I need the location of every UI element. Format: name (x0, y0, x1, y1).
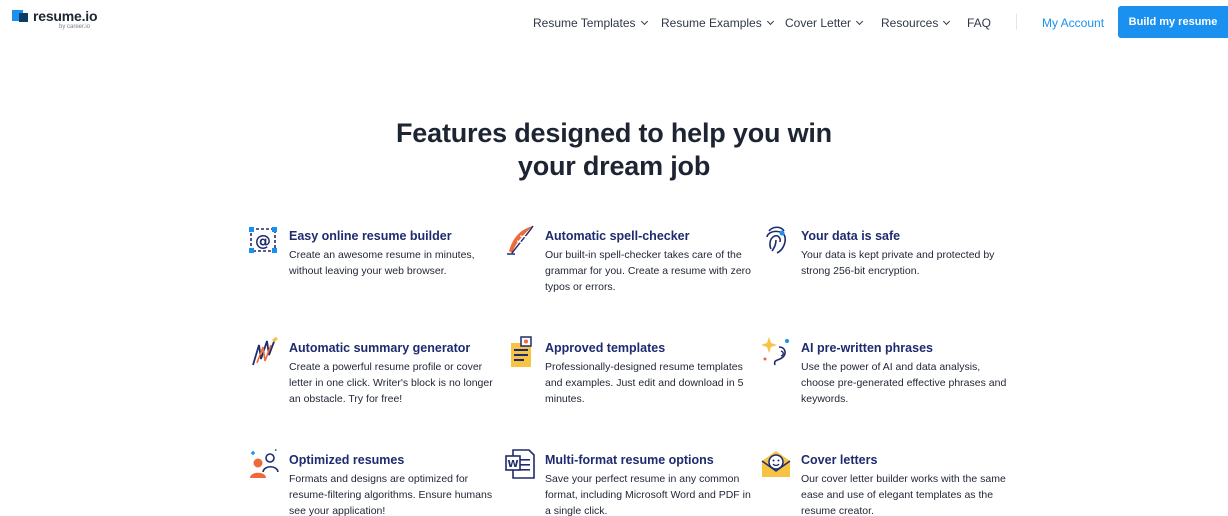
nav-label: Cover Letter (785, 16, 852, 30)
feature-title: Your data is safe (801, 229, 901, 243)
site-header: resume.io by career.io Resume Templates … (0, 0, 1228, 44)
feature-description: Your data is kept private and protected … (801, 249, 995, 277)
nav-resources[interactable]: Resources (881, 16, 951, 30)
nav-label: Resume Examples (661, 16, 762, 30)
feature-description: Create a powerful resume profile or cove… (289, 361, 493, 405)
feature-card: Automatic spell-checker Our built-in spe… (507, 225, 755, 295)
svg-text:@: @ (255, 231, 271, 250)
document-template-icon (511, 336, 532, 367)
nav-label: Resume Templates (533, 16, 636, 30)
at-sign-frame-icon: @ (249, 227, 277, 253)
feature-card: @ Easy online resume builder Create an a… (249, 227, 499, 279)
feature-title: Automatic spell-checker (545, 229, 690, 243)
nav-label: FAQ (967, 16, 992, 30)
page-title: Features designed to help you win your d… (0, 117, 1228, 183)
feature-description: Professionally-designed resume templates… (545, 361, 744, 405)
chevron-down-icon (855, 17, 864, 26)
build-resume-button[interactable]: Build my resume (1118, 6, 1228, 38)
feature-card: W Multi-format resume options Save your … (505, 449, 755, 516)
feature-description: Use the power of AI and data analysis, c… (801, 361, 1007, 405)
logo-name: resume.io (33, 8, 98, 24)
feature-description: Our cover letter builder works with the … (801, 473, 1006, 516)
feature-title: Automatic summary generator (289, 341, 471, 355)
chevron-down-icon (640, 17, 648, 26)
feature-card: Automatic summary generator Create a pow… (252, 336, 499, 407)
page-title-line-2: your dream job (517, 151, 711, 181)
ai-sparkle-icon (761, 337, 789, 366)
nav-resume-examples[interactable]: Resume Examples (661, 16, 774, 30)
feature-description: Formats and designs are optimized for re… (289, 473, 493, 516)
chevron-down-icon (943, 17, 951, 26)
feature-description: Our built-in spell-checker takes care of… (545, 249, 751, 293)
feature-card: Cover letters Our cover letter builder w… (761, 451, 1011, 516)
feather-pen-icon (507, 225, 534, 255)
nav-divider (1016, 14, 1017, 30)
fingerprint-shield-icon (766, 226, 786, 254)
nav-resume-templates[interactable]: Resume Templates (533, 16, 648, 30)
feature-description: Create an awesome resume in minutes, wit… (289, 249, 475, 277)
feature-card: Approved templates Professionally-design… (511, 336, 755, 407)
page-title-line-1: Features designed to help you win (396, 118, 832, 148)
my-account-link[interactable]: My Account (1042, 16, 1104, 30)
logo-mark-icon (12, 10, 28, 24)
svg-text:W: W (507, 459, 518, 470)
feature-card: Your data is safe Your data is kept priv… (766, 226, 1011, 279)
feature-card: Optimized resumes Formats and designs ar… (250, 449, 499, 516)
feature-title: Cover letters (801, 453, 878, 467)
feature-description: Save your perfect resume in any common f… (545, 473, 751, 516)
feature-title: Optimized resumes (289, 453, 405, 467)
logo[interactable]: resume.io by career.io (12, 8, 98, 31)
feature-title: Easy online resume builder (289, 229, 452, 243)
word-document-icon: W (505, 449, 535, 479)
feature-card: AI pre-written phrases Use the power of … (761, 337, 1011, 407)
chevron-down-icon (766, 17, 774, 26)
logo-subtitle: by career.io (59, 24, 91, 30)
people-target-icon (250, 449, 279, 478)
feature-title: AI pre-written phrases (801, 341, 933, 355)
envelope-smile-icon (761, 451, 791, 477)
nav-label: Resources (881, 16, 939, 30)
feature-title: Approved templates (545, 341, 666, 355)
writing-lines-icon (252, 336, 278, 366)
nav-cover-letter[interactable]: Cover Letter (785, 16, 864, 30)
feature-title: Multi-format resume options (545, 453, 714, 467)
nav-faq[interactable]: FAQ (967, 16, 991, 30)
